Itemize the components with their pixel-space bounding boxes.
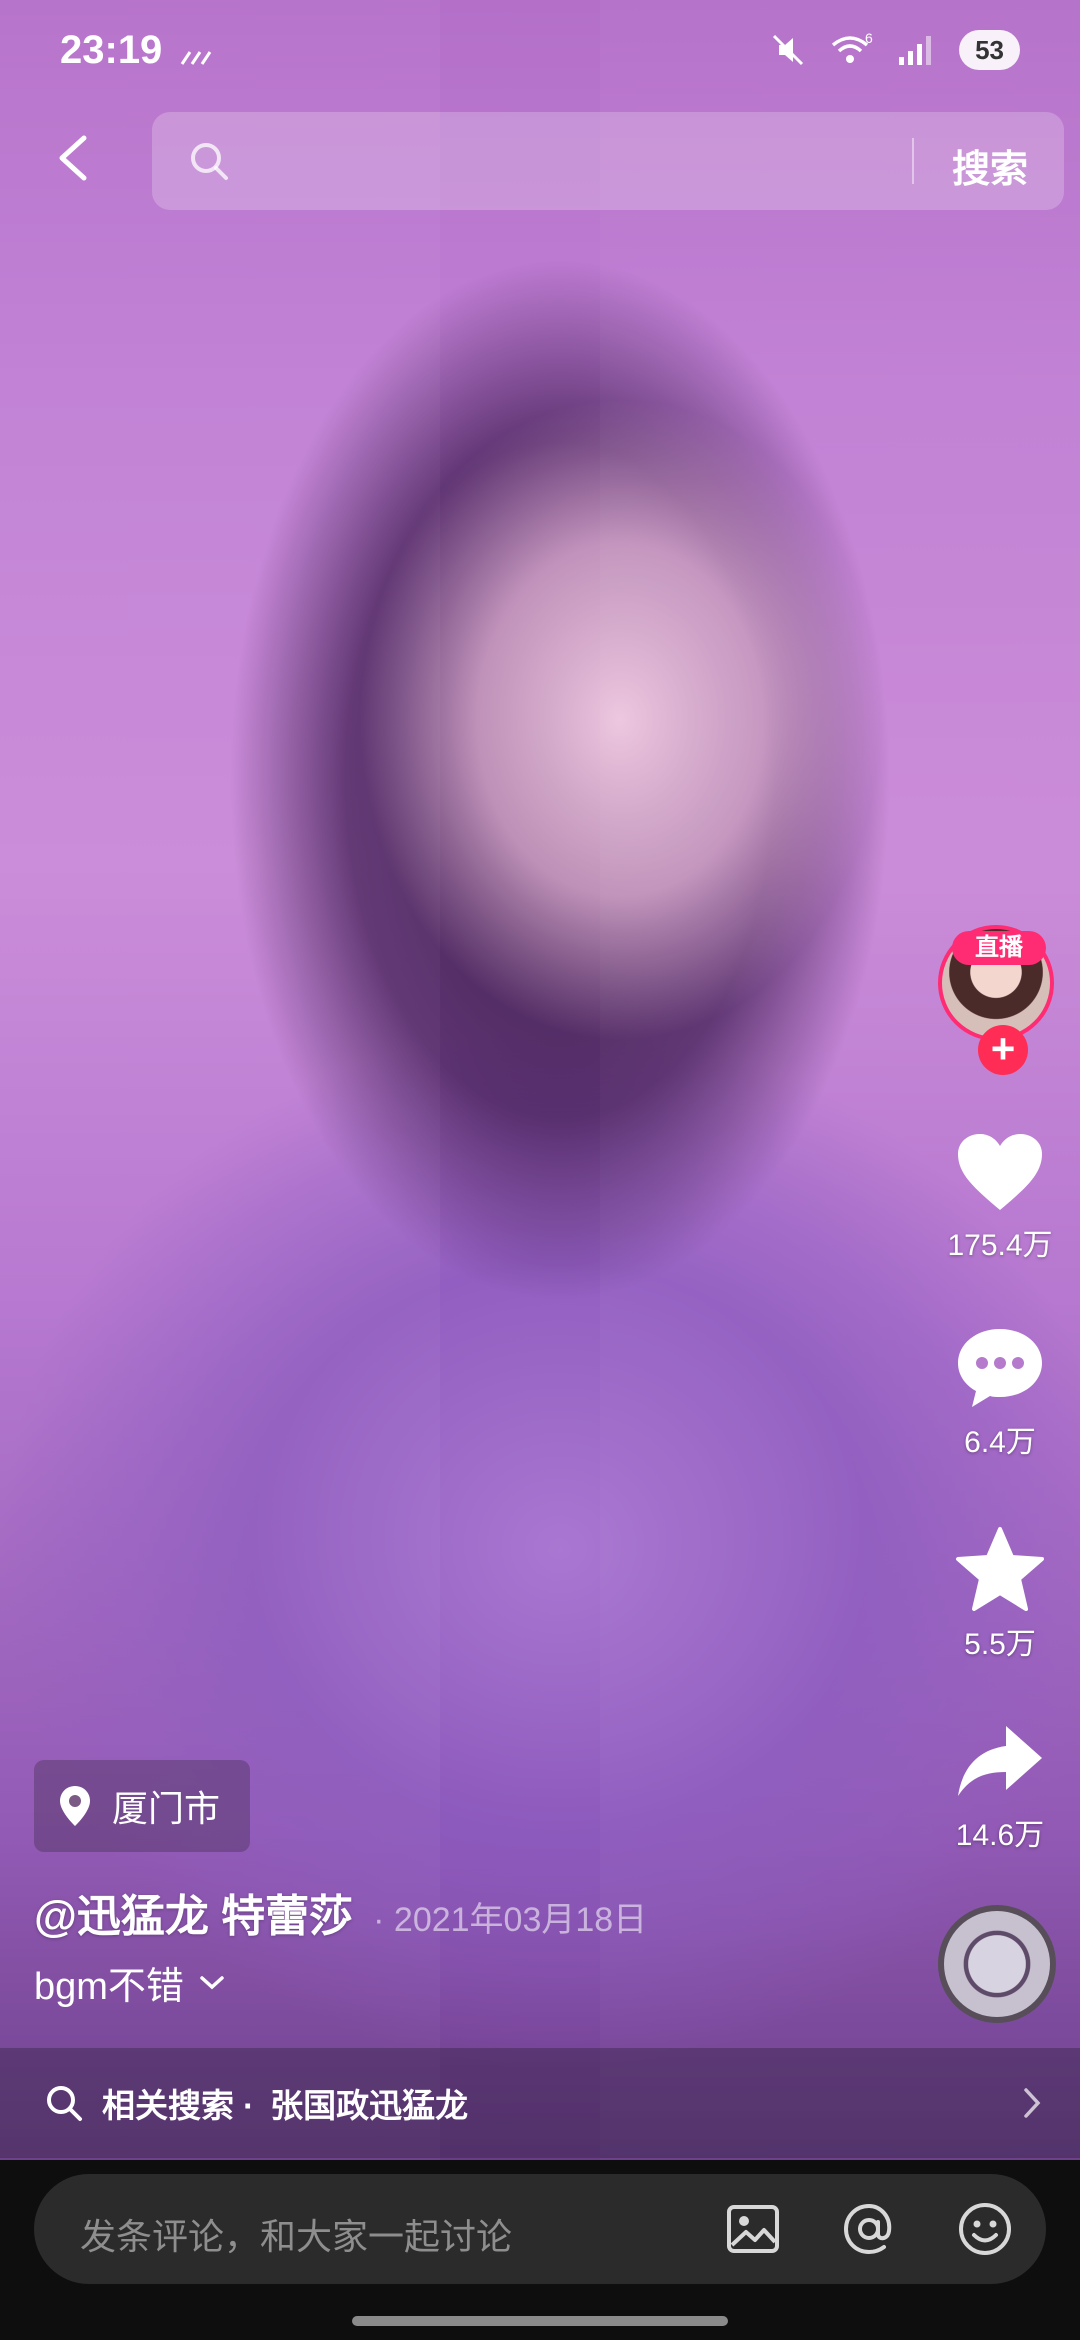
expand-chevron-icon [200, 1975, 224, 1989]
author-name[interactable]: @迅猛龙 特蕾莎 [34, 1880, 353, 1944]
comment-placeholder: 发条评论，和大家一起讨论 [80, 2216, 513, 2257]
back-arrow-icon [59, 135, 87, 181]
comment-input[interactable]: 发条评论，和大家一起讨论 [34, 2174, 1046, 2284]
author-avatar-live[interactable]: 直播 + [938, 925, 1060, 1075]
back-button[interactable] [44, 126, 108, 190]
like-button[interactable]: 175.4万 [920, 1130, 1080, 1264]
image-icon[interactable] [724, 2200, 782, 2258]
favorite-count: 5.5万 [964, 1628, 1036, 1661]
comment-bar: 发条评论，和大家一起讨论 [0, 2160, 1080, 2340]
related-search-term[interactable]: 张国政迅猛龙 [270, 2079, 468, 2127]
chevron-right-icon [1024, 2088, 1041, 2118]
search-button[interactable]: 搜索 [952, 138, 1028, 193]
related-search-label: 相关搜索 · [102, 2087, 255, 2124]
live-badge: 直播 [952, 931, 1046, 965]
location-pin-icon [60, 1786, 90, 1826]
post-date: · 2021年03月18日 [373, 1901, 648, 1939]
wifi-icon: 6 [831, 31, 873, 63]
location-tag[interactable]: 厦门市 [34, 1760, 251, 1852]
star-icon [956, 1527, 1044, 1611]
signal-dots-icon [180, 51, 212, 65]
location-text: 厦门市 [112, 1788, 221, 1829]
author-row: @迅猛龙 特蕾莎 · 2021年03月18日 [34, 1880, 647, 1944]
svg-text:6: 6 [865, 31, 873, 46]
share-arrow-icon [958, 1726, 1042, 1796]
status-time: 23:19 [60, 28, 163, 72]
search-bar[interactable]: 搜索 [152, 112, 1064, 210]
home-indicator[interactable] [352, 2316, 728, 2326]
related-search-icon [47, 2086, 82, 2121]
battery-indicator: 53 [959, 30, 1020, 70]
comment-bubble-icon [958, 1329, 1042, 1407]
search-icon [191, 143, 228, 180]
at-mention-icon[interactable] [840, 2200, 898, 2258]
share-count: 14.6万 [955, 1819, 1045, 1852]
emoji-icon[interactable] [956, 2200, 1014, 2258]
video-caption: bgm不错 [34, 1966, 184, 2008]
caption-row[interactable]: bgm不错 [34, 1955, 226, 2010]
related-search-bar[interactable]: 相关搜索 · 张国政迅猛龙 [0, 2048, 1080, 2158]
follow-button[interactable]: + [978, 1025, 1028, 1075]
comment-button[interactable]: 6.4万 [920, 1325, 1080, 1461]
status-icons: 6 53 [769, 28, 1020, 72]
comment-count: 6.4万 [964, 1426, 1036, 1459]
like-count: 175.4万 [947, 1229, 1053, 1262]
favorite-button[interactable]: 5.5万 [920, 1525, 1080, 1663]
share-button[interactable]: 14.6万 [920, 1720, 1080, 1854]
mute-icon [773, 34, 804, 66]
music-disc[interactable] [938, 1905, 1056, 2023]
heart-icon [958, 1134, 1042, 1210]
status-bar: 23:19 6 53 [0, 0, 1080, 120]
search-divider [912, 138, 914, 184]
cellular-signal-icon [899, 36, 932, 65]
